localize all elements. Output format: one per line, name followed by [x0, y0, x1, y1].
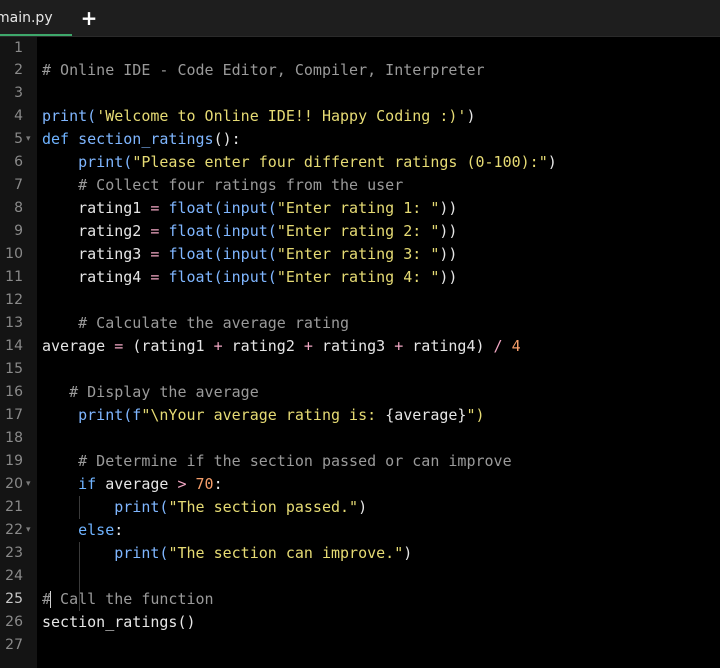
code-line: 27	[0, 634, 720, 657]
code-text: # Online IDE - Code Editor, Compiler, In…	[42, 59, 485, 82]
comment: # Display the average	[69, 383, 259, 401]
code-line: 2 # Online IDE - Code Editor, Compiler, …	[0, 59, 720, 82]
code-line: 23 print("The section can improve.")	[0, 542, 720, 565]
line-number: 19	[5, 453, 23, 469]
line-number: 13	[5, 315, 23, 331]
code-text: # Calculate the average rating	[42, 312, 349, 335]
code-text: print("The section can improve.")	[114, 544, 413, 562]
code-line: 24	[0, 565, 720, 588]
indent-guide	[79, 542, 80, 611]
tab-main-py[interactable]: main.py	[0, 0, 72, 36]
fold-arrow-icon[interactable]: ▾	[26, 473, 36, 496]
line-number: 23	[5, 545, 23, 561]
code-line: 5 ▾ def section_ratings():	[0, 128, 720, 151]
code-line: 1	[0, 37, 720, 60]
line-number: 11	[5, 269, 23, 285]
line-number: 4	[14, 108, 23, 124]
code-text: # Call the function	[42, 588, 214, 611]
comment: # Calculate the average rating	[78, 314, 350, 332]
indent-guide	[79, 496, 80, 519]
line-number: 16	[5, 384, 23, 400]
line-number: 21	[5, 499, 23, 515]
line-number: 5	[14, 131, 23, 147]
code-text: # Display the average	[42, 381, 259, 404]
line-number: 9	[14, 223, 23, 239]
string-literal: 'Welcome to Online IDE!! Happy Coding :)…	[96, 107, 467, 125]
fold-arrow-icon[interactable]: ▾	[26, 519, 36, 542]
code-line: 15	[0, 358, 720, 381]
tab-bar: main.py +	[0, 0, 720, 37]
line-number: 22	[5, 522, 23, 538]
line-number: 7	[14, 177, 23, 193]
code-text: else:	[78, 521, 124, 539]
line-number: 8	[14, 200, 23, 216]
line-number: 18	[5, 430, 23, 446]
function-name: print(	[42, 107, 97, 125]
line-number: 24	[5, 568, 23, 584]
comment: # Collect four ratings from the user	[78, 176, 404, 194]
text-cursor	[50, 591, 51, 608]
comment: # Call the function	[42, 590, 214, 608]
code-line: 26 section_ratings()	[0, 611, 720, 634]
code-line: 11 rating4 = float(input("Enter rating 4…	[0, 266, 720, 289]
line-number: 2	[14, 62, 23, 78]
code-text: print("Please enter four different ratin…	[78, 153, 557, 171]
comment: # Online IDE - Code Editor, Compiler, In…	[42, 61, 485, 79]
code-text: # Determine if the section passed or can…	[42, 450, 512, 473]
code-line: 25 # Call the function	[0, 588, 720, 611]
code-text: print('Welcome to Online IDE!! Happy Cod…	[42, 105, 475, 128]
function-name: print(	[78, 153, 133, 171]
code-line: 4 print('Welcome to Online IDE!! Happy C…	[0, 105, 720, 128]
code-text: print(f"\nYour average rating is: {avera…	[78, 406, 485, 424]
code-line: 13 # Calculate the average rating	[0, 312, 720, 335]
line-number: 3	[14, 85, 23, 101]
code-line: 18	[0, 427, 720, 450]
code-text: # Collect four ratings from the user	[42, 174, 403, 197]
code-editor[interactable]: 1 2 # Online IDE - Code Editor, Compiler…	[0, 37, 720, 668]
code-line: 9 rating2 = float(input("Enter rating 2:…	[0, 220, 720, 243]
code-line: 22 ▾ else:	[0, 519, 720, 542]
code-text: rating2 = float(input("Enter rating 2: "…	[78, 222, 458, 240]
line-number: 1	[14, 40, 23, 56]
code-line: 8 rating1 = float(input("Enter rating 1:…	[0, 197, 720, 220]
code-text: average = (rating1 + rating2 + rating3 +…	[42, 337, 521, 355]
line-number: 27	[5, 637, 23, 653]
code-line: 14 average = (rating1 + rating2 + rating…	[0, 335, 720, 358]
line-number: 26	[5, 614, 23, 630]
code-line: 16 # Display the average	[0, 381, 720, 404]
code-text: section_ratings()	[42, 613, 196, 631]
line-number: 6	[14, 154, 23, 170]
code-line: 3	[0, 82, 720, 105]
code-text: def section_ratings():	[42, 128, 241, 151]
code-text: rating4 = float(input("Enter rating 4: "…	[78, 268, 458, 286]
code-line: 17 print(f"\nYour average rating is: {av…	[0, 404, 720, 427]
tab-label: main.py	[0, 10, 53, 26]
keyword: def	[42, 130, 70, 148]
line-number: 17	[5, 407, 23, 423]
code-text: print("The section passed.")	[114, 498, 368, 516]
code-line: 21 print("The section passed.")	[0, 496, 720, 519]
code-line: 20 ▾ if average > 70:	[0, 473, 720, 496]
code-line: 7 # Collect four ratings from the user	[0, 174, 720, 197]
punctuation: ():	[213, 130, 241, 148]
code-text: rating3 = float(input("Enter rating 3: "…	[78, 245, 458, 263]
line-number: 25	[5, 591, 23, 607]
add-tab-button[interactable]: +	[80, 4, 98, 32]
code-line: 10 rating3 = float(input("Enter rating 3…	[0, 243, 720, 266]
code-line: 6 print("Please enter four different rat…	[0, 151, 720, 174]
comment: # Determine if the section passed or can…	[78, 452, 512, 470]
code-line: 12	[0, 289, 720, 312]
code-line: 19 # Determine if the section passed or …	[0, 450, 720, 473]
line-number: 14	[5, 338, 23, 354]
code-text: if average > 70:	[78, 475, 223, 493]
line-number: 12	[5, 292, 23, 308]
punctuation: )	[466, 107, 476, 125]
line-number: 15	[5, 361, 23, 377]
line-number: 10	[5, 246, 23, 262]
line-number: 20	[5, 476, 23, 492]
fold-arrow-icon[interactable]: ▾	[26, 128, 36, 151]
string-literal: "Please enter four different ratings (0-…	[132, 153, 548, 171]
function-name: section_ratings	[78, 130, 214, 148]
code-text: rating1 = float(input("Enter rating 1: "…	[78, 199, 458, 217]
